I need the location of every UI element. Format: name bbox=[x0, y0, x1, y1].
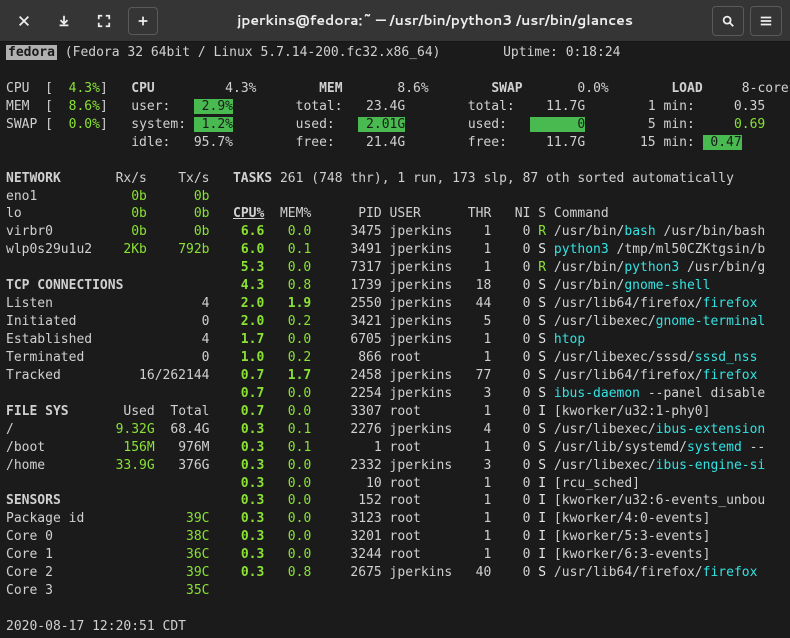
close-tab-button[interactable] bbox=[8, 6, 40, 36]
terminal-output[interactable]: fedora (Fedora 32 64bit / Linux 5.7.14-2… bbox=[0, 42, 790, 638]
window-title: jperkins@fedora:~ — /usr/bin/python3 /us… bbox=[166, 11, 704, 30]
new-tab-button[interactable] bbox=[128, 7, 158, 35]
fullscreen-icon bbox=[97, 14, 111, 28]
plus-icon bbox=[136, 14, 150, 28]
download-button[interactable] bbox=[48, 6, 80, 36]
fullscreen-button[interactable] bbox=[88, 6, 120, 36]
uptime: 0:18:24 bbox=[566, 45, 621, 60]
hostname: fedora bbox=[6, 45, 57, 60]
hamburger-icon bbox=[759, 14, 773, 28]
search-icon bbox=[721, 14, 735, 28]
footer-timestamp: 2020-08-17 12:20:51 CDT bbox=[6, 619, 186, 634]
window-titlebar: jperkins@fedora:~ — /usr/bin/python3 /us… bbox=[0, 0, 790, 42]
close-icon bbox=[17, 14, 31, 28]
titlebar-right bbox=[712, 6, 782, 36]
download-icon bbox=[57, 14, 71, 28]
search-button[interactable] bbox=[712, 6, 744, 36]
menu-button[interactable] bbox=[750, 6, 782, 36]
